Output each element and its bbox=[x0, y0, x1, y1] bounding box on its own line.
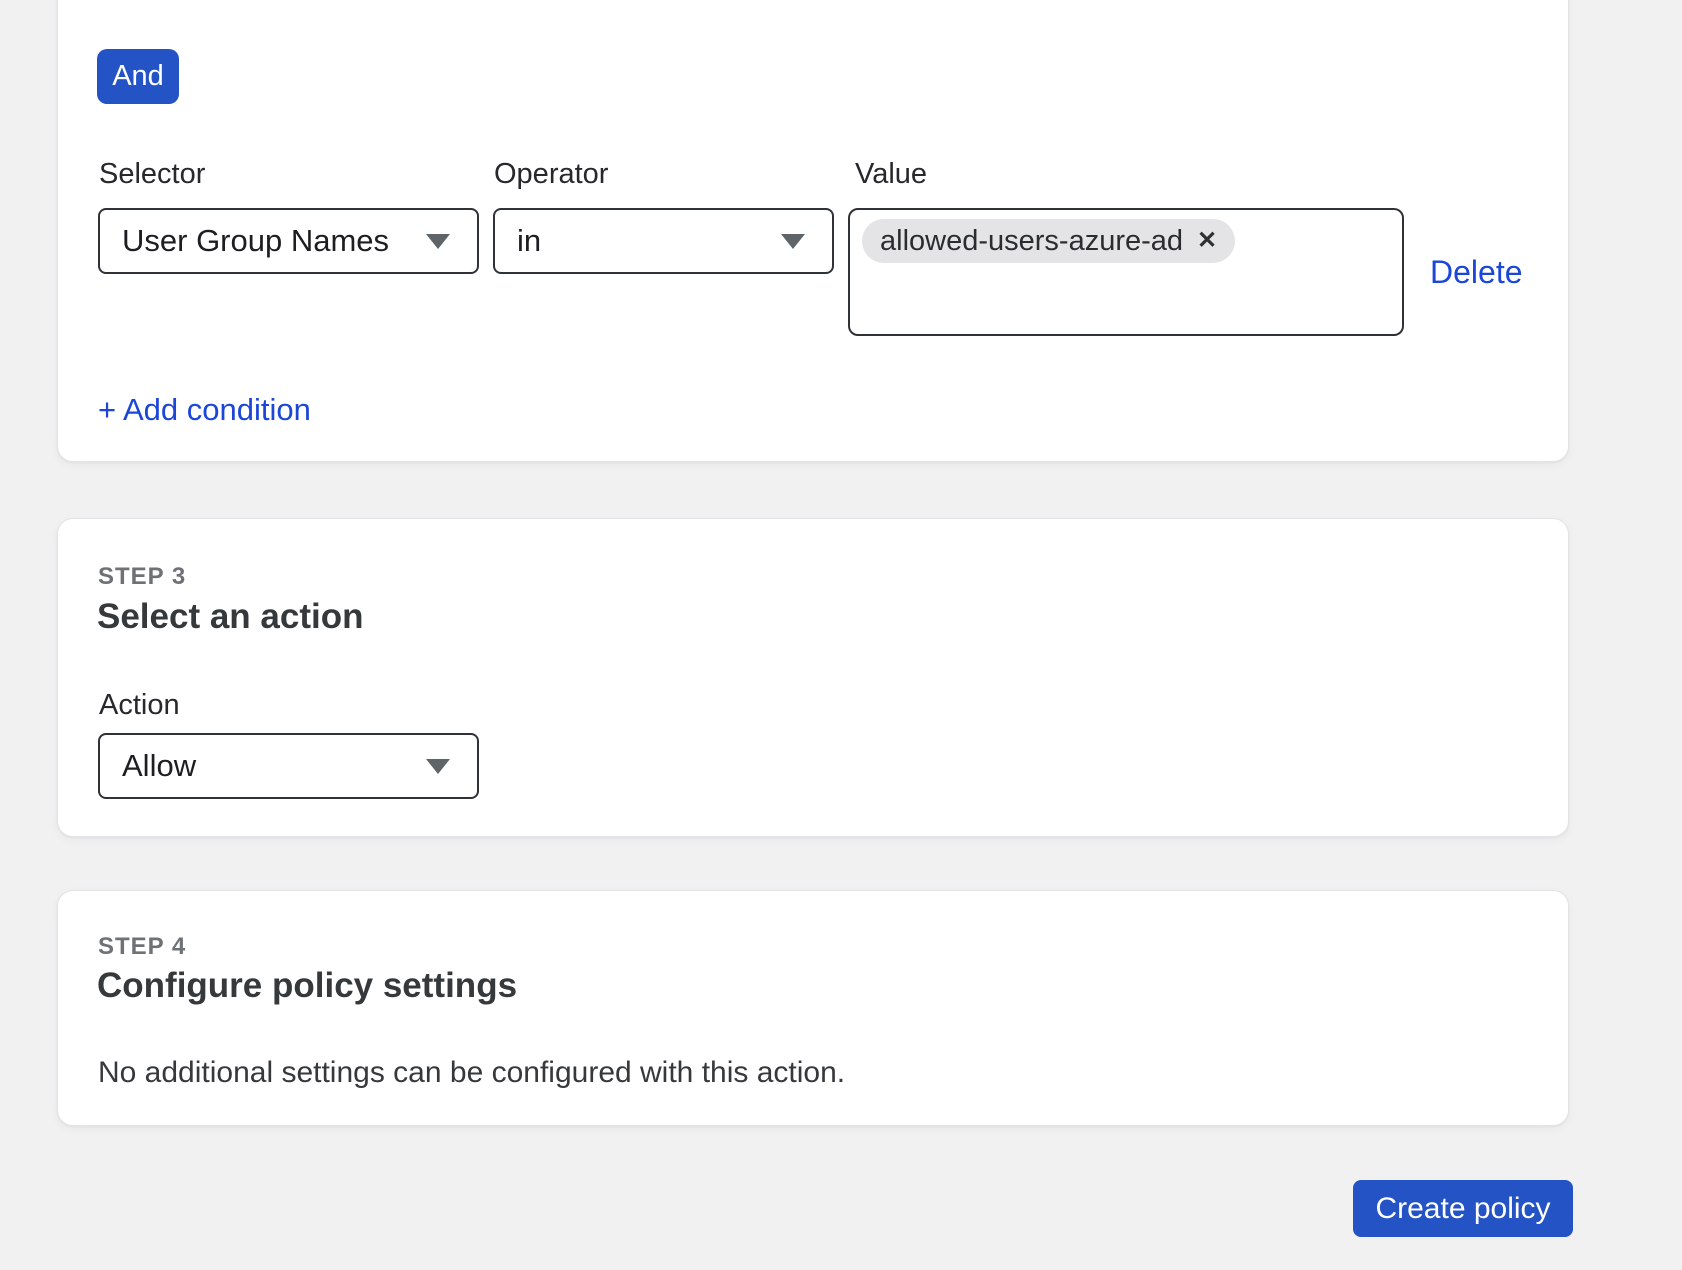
action-dropdown[interactable]: Allow bbox=[98, 733, 479, 799]
chevron-down-icon bbox=[781, 234, 805, 249]
action-dropdown-value: Allow bbox=[100, 748, 196, 784]
create-policy-button[interactable]: Create policy bbox=[1353, 1180, 1573, 1237]
step4-body-text: No additional settings can be configured… bbox=[98, 1056, 845, 1090]
step3-card: STEP 3 Select an action Action Allow bbox=[57, 518, 1569, 837]
chevron-down-icon bbox=[426, 234, 450, 249]
chevron-down-icon bbox=[426, 759, 450, 774]
remove-tag-icon[interactable]: ✕ bbox=[1197, 229, 1217, 253]
step4-title: Configure policy settings bbox=[97, 967, 517, 1006]
value-tag-text: allowed-users-azure-ad bbox=[880, 225, 1183, 258]
step3-title: Select an action bbox=[97, 598, 363, 637]
value-multiselect-input[interactable]: allowed-users-azure-ad ✕ bbox=[848, 208, 1404, 336]
policy-builder-page: And Selector Operator Value User Group N… bbox=[0, 0, 1682, 1270]
and-connector-button[interactable]: And bbox=[97, 49, 179, 104]
step3-eyebrow: STEP 3 bbox=[98, 563, 186, 591]
operator-dropdown[interactable]: in bbox=[493, 208, 834, 274]
operator-label: Operator bbox=[494, 159, 608, 191]
step4-card: STEP 4 Configure policy settings No addi… bbox=[57, 890, 1569, 1126]
operator-dropdown-value: in bbox=[495, 223, 541, 259]
selector-dropdown[interactable]: User Group Names bbox=[98, 208, 479, 274]
action-label: Action bbox=[99, 690, 180, 722]
value-label: Value bbox=[855, 159, 927, 191]
add-condition-link[interactable]: + Add condition bbox=[98, 392, 311, 428]
delete-condition-link[interactable]: Delete bbox=[1430, 254, 1523, 291]
step4-eyebrow: STEP 4 bbox=[98, 933, 186, 961]
selector-label: Selector bbox=[99, 159, 205, 191]
value-tag: allowed-users-azure-ad ✕ bbox=[862, 219, 1235, 263]
conditions-card: And Selector Operator Value User Group N… bbox=[57, 0, 1569, 462]
selector-dropdown-value: User Group Names bbox=[100, 223, 389, 259]
